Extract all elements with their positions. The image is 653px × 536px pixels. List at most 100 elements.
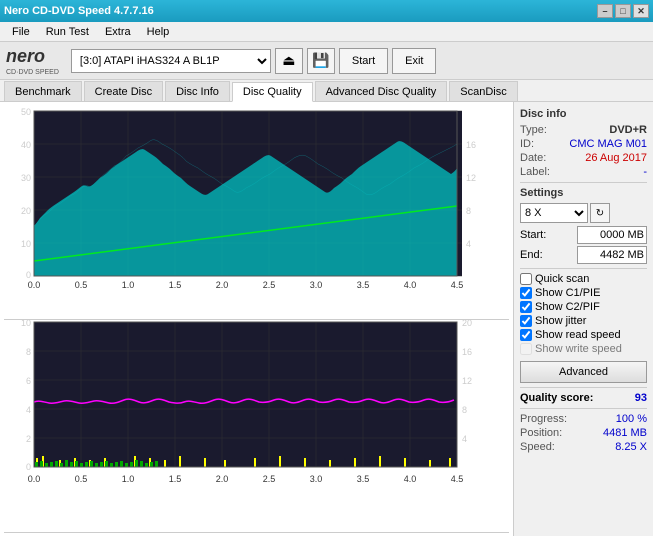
- show-c1pie-label: Show C1/PIE: [535, 287, 600, 299]
- svg-text:1.0: 1.0: [122, 474, 135, 484]
- quick-scan-checkbox[interactable]: [520, 273, 532, 285]
- top-chart: 50 40 30 20 10 0 16 12 8 4 0.0 0.5 1.0 1…: [4, 106, 509, 319]
- minimize-button[interactable]: –: [597, 4, 613, 18]
- titlebar: Nero CD-DVD Speed 4.7.7.16 – □ ✕: [0, 0, 653, 22]
- show-read-speed-row: Show read speed: [520, 329, 647, 341]
- svg-text:0.0: 0.0: [28, 280, 41, 290]
- svg-text:0.0: 0.0: [28, 474, 41, 484]
- top-chart-svg: 50 40 30 20 10 0 16 12 8 4 0.0 0.5 1.0 1…: [4, 106, 480, 291]
- maximize-button[interactable]: □: [615, 4, 631, 18]
- tab-benchmark[interactable]: Benchmark: [4, 81, 82, 101]
- show-read-speed-checkbox[interactable]: [520, 329, 532, 341]
- bottom-chart: 10 8 6 4 2 0 20 16 12 8 4 0.0 0.5 1.0: [4, 319, 509, 532]
- end-mb-input[interactable]: [577, 246, 647, 264]
- svg-text:1.5: 1.5: [169, 280, 182, 290]
- show-c2pif-label: Show C2/PIF: [535, 301, 600, 313]
- svg-text:1.0: 1.0: [122, 280, 135, 290]
- save-button[interactable]: 💾: [307, 48, 335, 74]
- divider-2: [520, 268, 647, 269]
- refresh-button[interactable]: ↻: [590, 203, 610, 223]
- svg-text:8: 8: [466, 206, 471, 216]
- disc-id-label: ID:: [520, 138, 534, 150]
- right-panel: Disc info Type: DVD+R ID: CMC MAG M01 Da…: [513, 102, 653, 536]
- svg-text:8: 8: [462, 405, 467, 415]
- divider-3: [520, 387, 647, 388]
- titlebar-title: Nero CD-DVD Speed 4.7.7.16: [4, 5, 154, 17]
- progress-row: Progress: 100 %: [520, 413, 647, 425]
- show-write-speed-checkbox[interactable]: [520, 343, 532, 355]
- svg-text:2: 2: [26, 434, 31, 444]
- show-c1pie-checkbox[interactable]: [520, 287, 532, 299]
- svg-text:20: 20: [21, 206, 31, 216]
- menu-help[interactable]: Help: [139, 24, 178, 40]
- settings-title: Settings: [520, 187, 647, 199]
- position-value: 4481 MB: [603, 427, 647, 439]
- svg-text:2.0: 2.0: [216, 280, 229, 290]
- show-c2pif-checkbox[interactable]: [520, 301, 532, 313]
- menu-file[interactable]: File: [4, 24, 38, 40]
- menu-extra[interactable]: Extra: [97, 24, 139, 40]
- start-mb-input[interactable]: [577, 226, 647, 244]
- disc-date-label: Date:: [520, 152, 546, 164]
- tab-create-disc[interactable]: Create Disc: [84, 81, 163, 101]
- position-row: Position: 4481 MB: [520, 427, 647, 439]
- nero-logo-text: nero: [6, 46, 59, 67]
- svg-text:3.5: 3.5: [357, 474, 370, 484]
- advanced-button[interactable]: Advanced: [520, 361, 647, 383]
- quality-score-value: 93: [635, 392, 647, 404]
- quality-score-row: Quality score: 93: [520, 392, 647, 404]
- divider-1: [520, 182, 647, 183]
- nero-logo: nero CD·DVD SPEED: [6, 46, 59, 76]
- toolbar: nero CD·DVD SPEED [3:0] ATAPI iHAS324 A …: [0, 42, 653, 80]
- disc-type-label: Type:: [520, 124, 547, 136]
- svg-text:12: 12: [466, 173, 476, 183]
- svg-text:20: 20: [462, 320, 472, 328]
- end-mb-row: End:: [520, 246, 647, 264]
- progress-section: Progress: 100 % Position: 4481 MB Speed:…: [520, 413, 647, 453]
- app-title: Nero CD-DVD Speed 4.7.7.16: [4, 5, 154, 17]
- tab-disc-info[interactable]: Disc Info: [165, 81, 230, 101]
- disc-label-row: Label: -: [520, 166, 647, 178]
- svg-text:30: 30: [21, 173, 31, 183]
- svg-text:16: 16: [466, 140, 476, 150]
- tab-scandisc[interactable]: ScanDisc: [449, 81, 517, 101]
- menu-runtest[interactable]: Run Test: [38, 24, 97, 40]
- charts-container: 50 40 30 20 10 0 16 12 8 4 0.0 0.5 1.0 1…: [4, 106, 509, 532]
- end-mb-label: End:: [520, 249, 543, 261]
- chart-area: 50 40 30 20 10 0 16 12 8 4 0.0 0.5 1.0 1…: [0, 102, 513, 536]
- drive-select[interactable]: [3:0] ATAPI iHAS324 A BL1P: [71, 49, 271, 73]
- disc-info-title: Disc info: [520, 108, 647, 120]
- speed-label: Speed:: [520, 441, 555, 453]
- show-write-speed-row: Show write speed: [520, 343, 647, 355]
- nero-logo-sub: CD·DVD SPEED: [6, 69, 59, 76]
- show-c2pif-row: Show C2/PIF: [520, 301, 647, 313]
- tab-advanced-disc-quality[interactable]: Advanced Disc Quality: [315, 81, 448, 101]
- disc-id-row: ID: CMC MAG M01: [520, 138, 647, 150]
- menubar: File Run Test Extra Help: [0, 22, 653, 42]
- position-label: Position:: [520, 427, 562, 439]
- svg-text:0: 0: [26, 462, 31, 472]
- legend-area: PI Errors Average: 14.84 Maximum: 41 Tot…: [4, 532, 509, 536]
- show-jitter-label: Show jitter: [535, 315, 586, 327]
- svg-text:4.5: 4.5: [451, 280, 464, 290]
- eject-button[interactable]: ⏏: [275, 48, 303, 74]
- start-button[interactable]: Start: [339, 48, 388, 74]
- svg-text:10: 10: [21, 320, 31, 328]
- close-button[interactable]: ✕: [633, 4, 649, 18]
- disc-id-value: CMC MAG M01: [569, 138, 647, 150]
- progress-value: 100 %: [616, 413, 647, 425]
- exit-button[interactable]: Exit: [392, 48, 436, 74]
- show-jitter-checkbox[interactable]: [520, 315, 532, 327]
- show-jitter-row: Show jitter: [520, 315, 647, 327]
- svg-text:16: 16: [462, 347, 472, 357]
- bottom-chart-svg: 10 8 6 4 2 0 20 16 12 8 4 0.0 0.5 1.0: [4, 320, 480, 495]
- disc-date-value: 26 Aug 2017: [585, 152, 647, 164]
- svg-text:4: 4: [462, 434, 467, 444]
- svg-text:6: 6: [26, 376, 31, 386]
- tab-disc-quality[interactable]: Disc Quality: [232, 82, 313, 102]
- speed-select[interactable]: 8 X 4 X 12 X 16 X: [520, 203, 588, 223]
- quick-scan-row: Quick scan: [520, 273, 647, 285]
- svg-text:0.5: 0.5: [75, 474, 88, 484]
- show-c1pie-row: Show C1/PIE: [520, 287, 647, 299]
- svg-text:2.0: 2.0: [216, 474, 229, 484]
